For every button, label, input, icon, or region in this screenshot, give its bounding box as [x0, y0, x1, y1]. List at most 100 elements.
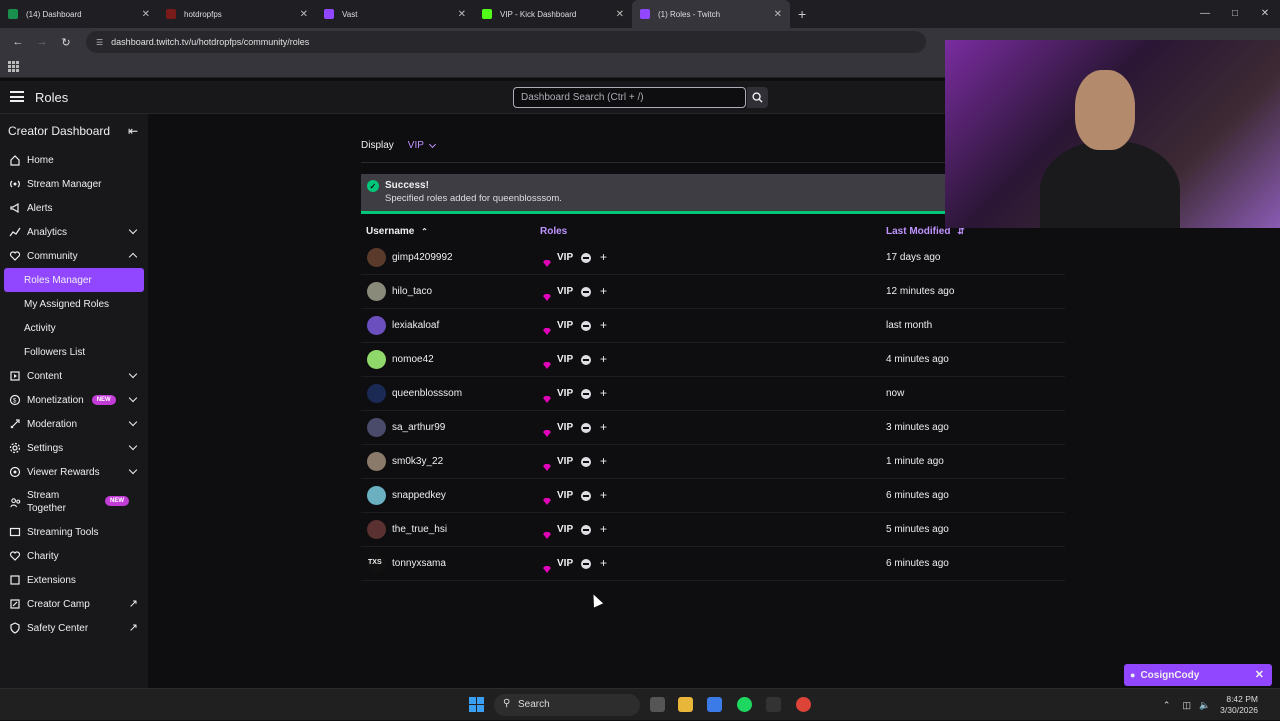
close-tab-icon[interactable]: ✕ [774, 9, 782, 20]
close-icon[interactable]: ✕ [1255, 668, 1264, 681]
chevron-up-icon[interactable]: ⌃ [1163, 700, 1171, 711]
username[interactable]: sa_arthur99 [392, 422, 445, 433]
sidebar-item-home[interactable]: Home [0, 148, 148, 172]
add-role-button[interactable]: + [600, 318, 607, 332]
windows-start-icon[interactable] [469, 697, 484, 712]
minimize-icon[interactable]: — [1190, 0, 1220, 28]
username[interactable]: nomoe42 [392, 354, 434, 365]
username[interactable]: the_true_hsi [392, 524, 447, 535]
add-role-button[interactable]: + [600, 556, 607, 570]
taskbar-search[interactable]: ⚲ Search [494, 694, 640, 716]
remove-role-button[interactable] [581, 491, 591, 501]
avatar[interactable]: TXS [367, 554, 386, 573]
url-field[interactable]: ☰ dashboard.twitch.tv/u/hotdropfps/commu… [86, 31, 926, 53]
remove-role-button[interactable] [581, 525, 591, 535]
remove-role-button[interactable] [581, 559, 591, 569]
close-tab-icon[interactable]: ✕ [616, 9, 624, 20]
chevron-down-icon[interactable] [128, 393, 138, 403]
chevron-down-icon[interactable] [128, 441, 138, 451]
reload-icon[interactable]: ↻ [56, 36, 76, 49]
display-dropdown[interactable]: VIP [408, 140, 424, 151]
remove-role-button[interactable] [581, 287, 591, 297]
maximize-icon[interactable]: □ [1220, 0, 1250, 28]
sidebar-item-analytics[interactable]: Analytics [0, 220, 148, 244]
forward-icon[interactable]: → [32, 36, 52, 48]
notepad-icon[interactable] [707, 697, 722, 712]
sidebar-item-content[interactable]: Content [0, 364, 148, 388]
chevron-down-icon[interactable] [128, 465, 138, 475]
sidebar-subitem-followers-list[interactable]: Followers List [0, 340, 148, 364]
username[interactable]: hilo_taco [392, 286, 432, 297]
remove-role-button[interactable] [581, 321, 591, 331]
browser-tab[interactable]: (14) Dashboard ✕ [0, 0, 158, 28]
browser-tab[interactable]: Vast ✕ [316, 0, 474, 28]
close-tab-icon[interactable]: ✕ [142, 9, 150, 20]
add-role-button[interactable]: + [600, 386, 607, 400]
browser-tab[interactable]: (1) Roles - Twitch ✕ [632, 0, 790, 28]
avatar[interactable] [367, 384, 386, 403]
chevron-down-icon[interactable] [128, 225, 138, 235]
avatar[interactable] [367, 418, 386, 437]
sidebar-item-community[interactable]: Community [0, 244, 148, 268]
sidebar-subitem-my-assigned-roles[interactable]: My Assigned Roles [0, 292, 148, 316]
sidebar-subitem-roles-manager[interactable]: Roles Manager [4, 268, 144, 292]
sidebar-item-monetization[interactable]: $ Monetization NEW [0, 388, 148, 412]
username[interactable]: sm0k3y_22 [392, 456, 443, 467]
apps-grid-icon[interactable] [8, 61, 19, 72]
dashboard-search-input[interactable]: Dashboard Search (Ctrl + /) [513, 87, 746, 108]
menu-icon[interactable] [10, 91, 24, 102]
chevron-down-icon[interactable] [128, 369, 138, 379]
chevron-down-icon[interactable] [428, 140, 436, 148]
remove-role-button[interactable] [581, 389, 591, 399]
sidebar-item-moderation[interactable]: Moderation [0, 412, 148, 436]
add-role-button[interactable]: + [600, 284, 607, 298]
new-tab-button[interactable]: + [790, 6, 814, 22]
sidebar-item-viewer-rewards[interactable]: Viewer Rewards [0, 460, 148, 484]
avatar[interactable] [367, 316, 386, 335]
add-role-button[interactable]: + [600, 352, 607, 366]
close-tab-icon[interactable]: ✕ [300, 9, 308, 20]
sidebar-item-extensions[interactable]: Extensions [0, 568, 148, 592]
sidebar-item-safety-center[interactable]: Safety Center ↗ [0, 616, 148, 640]
chat-notification[interactable]: ● CosignCody ✕ [1124, 664, 1272, 686]
username[interactable]: snappedkey [392, 490, 446, 501]
browser-tab[interactable]: VIP - Kick Dashboard ✕ [474, 0, 632, 28]
close-tab-icon[interactable]: ✕ [458, 9, 466, 20]
avatar[interactable] [367, 350, 386, 369]
task-view-icon[interactable] [650, 697, 665, 712]
remove-role-button[interactable] [581, 457, 591, 467]
avatar[interactable] [367, 248, 386, 267]
avatar[interactable] [367, 486, 386, 505]
add-role-button[interactable]: + [600, 522, 607, 536]
close-window-icon[interactable]: ✕ [1250, 0, 1280, 28]
search-button[interactable] [747, 87, 768, 108]
remove-role-button[interactable] [581, 423, 591, 433]
browser-tab[interactable]: hotdropfps ✕ [158, 0, 316, 28]
volume-icon[interactable]: 🔈 [1199, 700, 1210, 711]
username[interactable]: tonnyxsama [392, 558, 446, 569]
username-column-header[interactable]: Username ⌃ [366, 226, 428, 237]
sidebar-subitem-activity[interactable]: Activity [0, 316, 148, 340]
back-icon[interactable]: ← [8, 36, 28, 48]
network-icon[interactable]: ◫ [1182, 700, 1191, 711]
avatar[interactable] [367, 282, 386, 301]
sidebar-item-creator-camp[interactable]: Creator Camp ↗ [0, 592, 148, 616]
avatar[interactable] [367, 520, 386, 539]
add-role-button[interactable]: + [600, 454, 607, 468]
sidebar-item-charity[interactable]: Charity [0, 544, 148, 568]
site-info-icon[interactable]: ☰ [96, 38, 103, 47]
collapse-sidebar-icon[interactable]: ⇤ [128, 124, 138, 138]
remove-role-button[interactable] [581, 253, 591, 263]
remove-role-button[interactable] [581, 355, 591, 365]
sidebar-item-settings[interactable]: Settings [0, 436, 148, 460]
username[interactable]: queenblosssom [392, 388, 462, 399]
hud-fx-icon[interactable] [766, 697, 781, 712]
username[interactable]: gimp4209992 [392, 252, 453, 263]
chevron-down-icon[interactable] [128, 417, 138, 427]
spotify-icon[interactable] [737, 697, 752, 712]
sidebar-item-stream-manager[interactable]: Stream Manager [0, 172, 148, 196]
chevron-up-icon[interactable] [128, 252, 138, 262]
sidebar-item-alerts[interactable]: Alerts [0, 196, 148, 220]
add-role-button[interactable]: + [600, 250, 607, 264]
add-role-button[interactable]: + [600, 420, 607, 434]
